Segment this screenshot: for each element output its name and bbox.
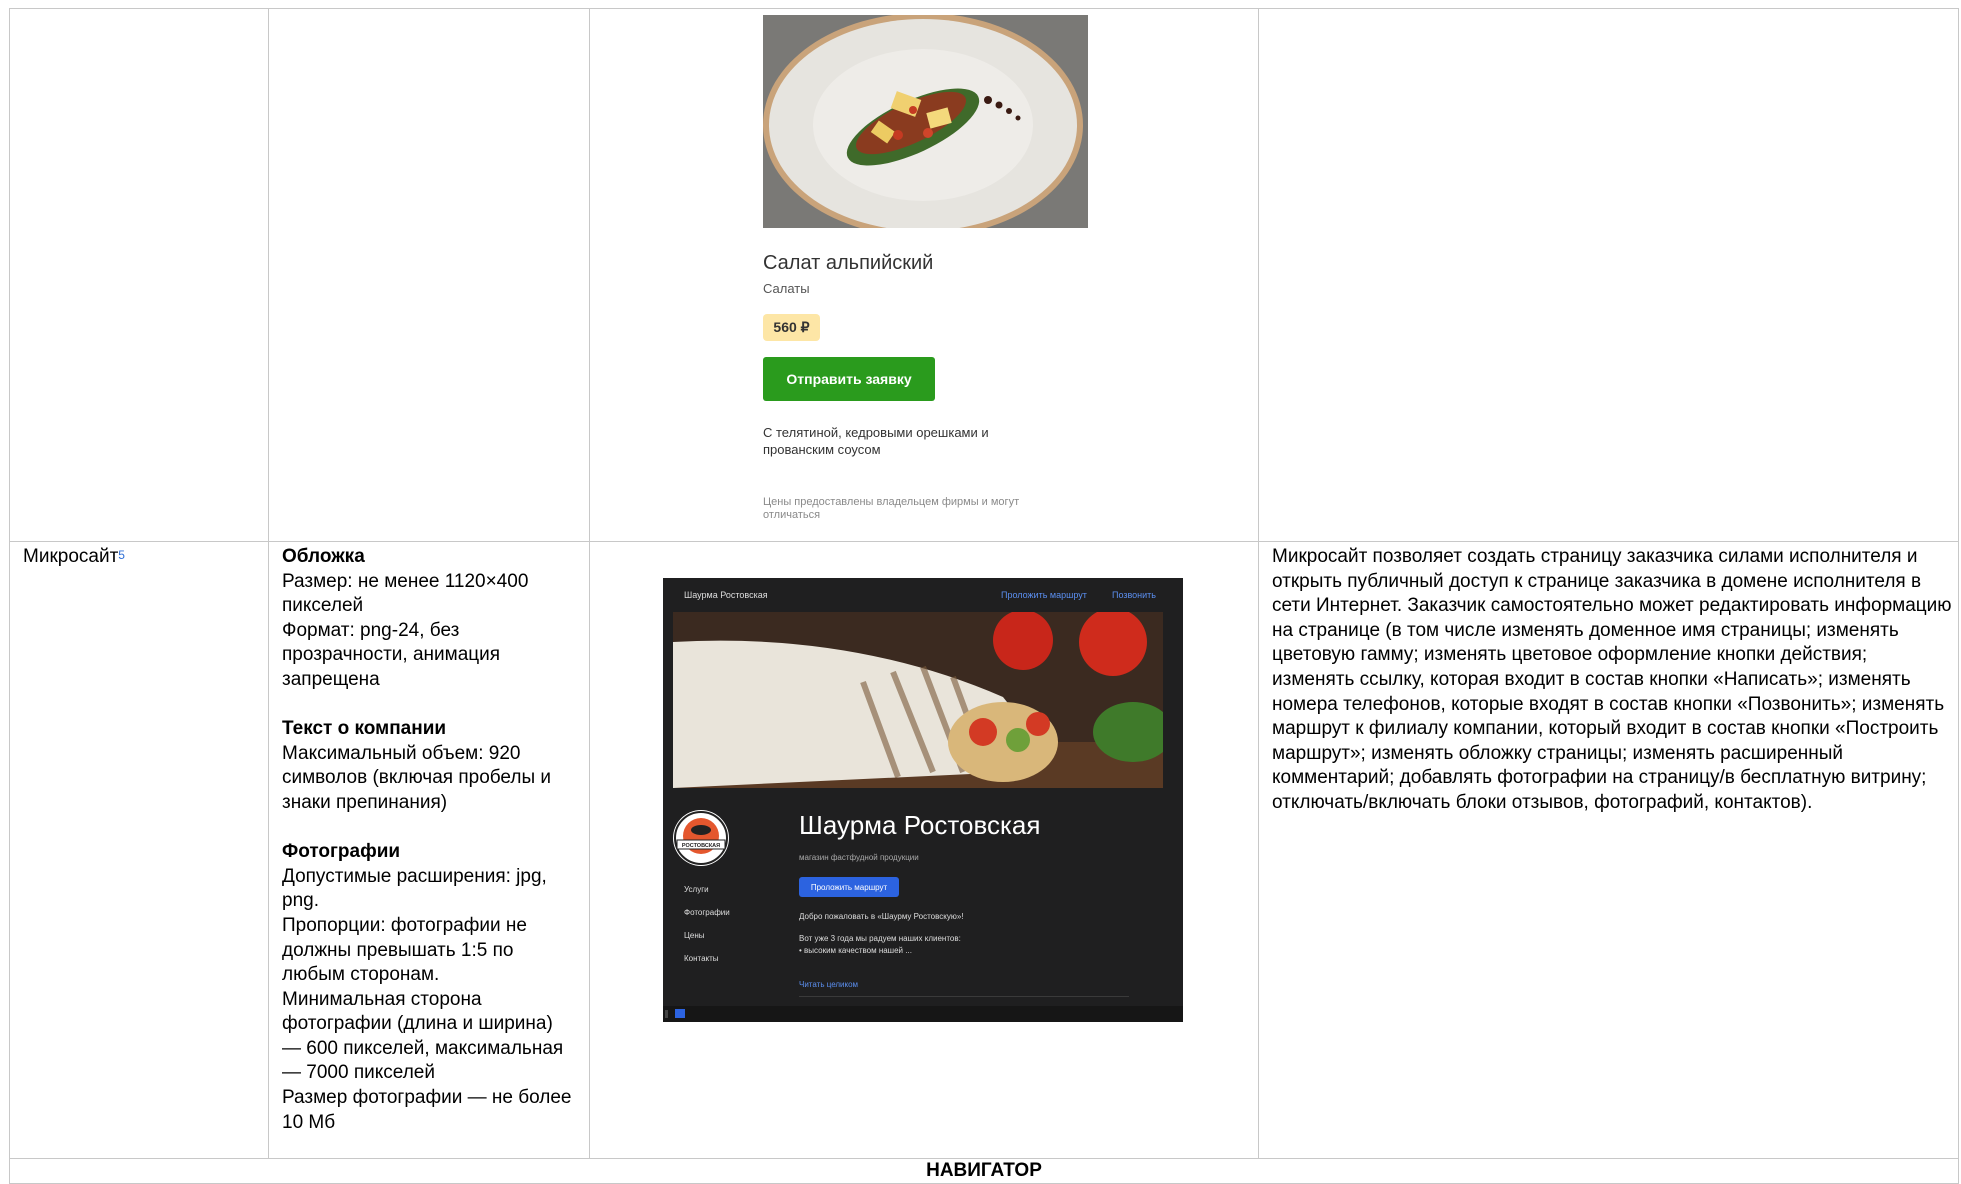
document-table: Салат альпийский Салаты 560 ₽ Отправить … <box>9 8 1959 1184</box>
price-disclaimer: Цены предоставлены владельцем фирмы и мо… <box>763 496 1020 521</box>
nav-item-contacts[interactable]: Контакты <box>684 954 719 963</box>
text-heading: Текст о компании <box>282 718 447 740</box>
product-title: Салат альпийский <box>763 252 934 274</box>
photos-size: Размер фотографии — не более 10 Мб <box>282 1087 572 1133</box>
microsite-screenshot: Шаурма Ростовская Проложить маршрут Позв… <box>663 578 1183 1022</box>
site-name-small: Шаурма Ростовская <box>684 590 768 600</box>
empty-cell <box>9 8 269 542</box>
section-heading: НАВИГАТОР <box>926 1160 1042 1181</box>
microsite-subtitle: магазин фастфудной продукции <box>799 853 919 862</box>
nav-item-services[interactable]: Услуги <box>684 885 709 894</box>
photos-proportions: Пропорции: фотографии не должны превышат… <box>282 914 527 986</box>
shawarma-cover-image <box>673 612 1163 788</box>
microsite-title: Шаурма Ростовская <box>799 810 1041 840</box>
nav-item-prices[interactable]: Цены <box>684 931 705 940</box>
taskbar <box>663 1006 1183 1022</box>
cover-format: Формат: png-24, без прозрачности, анимац… <box>282 619 501 690</box>
svg-text:РОСТОВСКАЯ: РОСТОВСКАЯ <box>682 843 720 849</box>
requirements-text: Обложка Размер: не менее 1120×400 пиксел… <box>269 542 589 1135</box>
cover-size: Размер: не менее 1120×400 пикселей <box>282 570 529 617</box>
photos-heading: Фотографии <box>282 841 401 863</box>
empty-cell <box>1258 8 1959 542</box>
description-cell: Микросайт позволяет создать страницу зак… <box>1258 541 1959 1159</box>
read-more-link[interactable]: Читать целиком <box>799 980 858 989</box>
send-request-button[interactable]: Отправить заявку <box>763 357 935 401</box>
welcome-text: Добро пожаловать в «Шаурму Ростовскую»! <box>799 912 964 921</box>
company-logo: РОСТОВСКАЯ <box>673 810 729 866</box>
product-card: Салат альпийский Салаты 560 ₽ Отправить … <box>590 9 1258 539</box>
salad-photo <box>763 15 1088 228</box>
footnote-link[interactable]: 5 <box>118 548 125 562</box>
product-card-cell: Салат альпийский Салаты 560 ₽ Отправить … <box>589 8 1259 542</box>
about-line-1: Вот уже 3 года мы радуем наших клиентов: <box>799 934 961 943</box>
price-badge: 560 ₽ <box>763 314 820 341</box>
text-limit: Максимальный объем: 920 символов (включа… <box>282 742 552 813</box>
product-name: Микросайт5 <box>23 546 125 567</box>
photos-min-side: Минимальная сторона фотографии (длина и … <box>282 988 564 1084</box>
microsite-preview-cell: Шаурма Ростовская Проложить маршрут Позв… <box>589 541 1259 1159</box>
route-button[interactable]: Проложить маршрут <box>799 877 899 897</box>
empty-cell <box>268 8 590 542</box>
call-link[interactable]: Позвонить <box>1112 590 1156 600</box>
microsite-description: Микросайт позволяет создать страницу зак… <box>1272 546 1952 813</box>
product-name-cell: Микросайт5 <box>9 541 269 1159</box>
nav-item-photos[interactable]: Фотографии <box>684 908 730 917</box>
photos-extensions: Допустимые расширения: jpg, png. <box>282 865 547 912</box>
cover-heading: Обложка <box>282 546 365 567</box>
product-category: Салаты <box>763 281 810 296</box>
section-heading-cell: НАВИГАТОР <box>9 1158 1959 1184</box>
requirements-cell: Обложка Размер: не менее 1120×400 пиксел… <box>268 541 590 1159</box>
route-link[interactable]: Проложить маршрут <box>1001 590 1087 600</box>
about-line-2: • высоким качеством нашей ... <box>799 946 912 955</box>
product-description: С телятиной, кедровыми орешками и прован… <box>763 425 989 457</box>
divider <box>799 996 1129 997</box>
